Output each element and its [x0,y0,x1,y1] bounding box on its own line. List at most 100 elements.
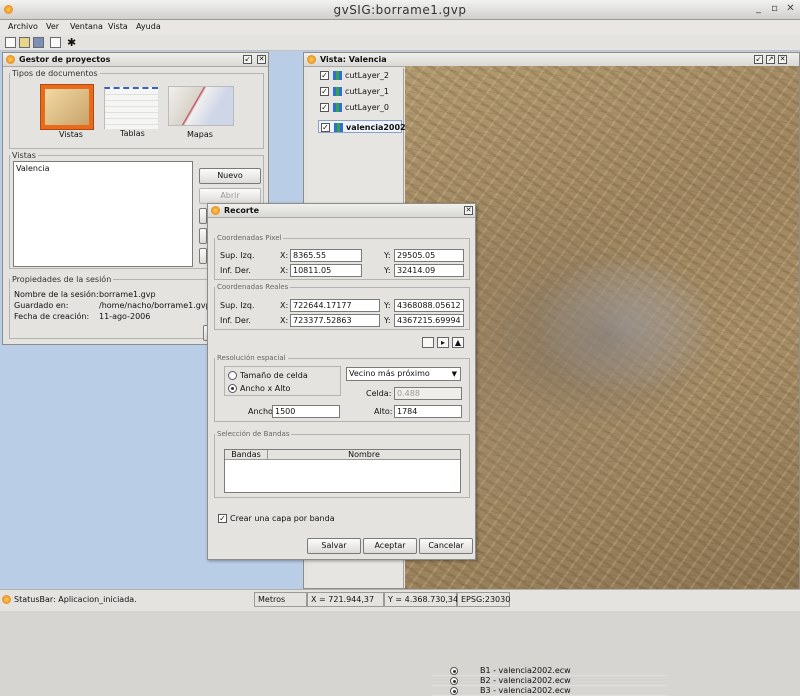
menu-ventana[interactable]: Ventana [70,22,103,31]
full-extent-icon[interactable]: ▲ [452,337,464,348]
session-legend: Propiedades de la sesión [12,275,112,284]
x-coordinate-box: X = 721.944,37 [307,592,384,607]
cell-field[interactable]: 0.488 [394,387,462,400]
layer-item[interactable]: ✓ cutLayer_1 [318,85,402,98]
height-label: Alto: [374,407,393,416]
project-manager-title: Gestor de proyectos [19,55,111,64]
band-selected-radio[interactable] [450,687,458,695]
menu-ver[interactable]: Ver [46,22,59,31]
saved-in-label: Guardado en: [14,301,69,310]
real-inf-der-y-field[interactable]: 4367215.69994 [394,314,464,327]
band-name: B3 - valencia2002.ecw [480,686,571,695]
menu-vista[interactable]: Vista [108,22,128,31]
one-layer-per-band-checkbox[interactable]: ✓ [218,514,227,523]
real-sup-izq-x-field[interactable]: 722644.17177 [290,299,380,312]
pm-iconify-button[interactable]: ↙ [243,55,252,64]
open-folder-icon[interactable] [19,37,30,48]
properties-icon[interactable] [50,37,61,48]
cell-label: Celda: [366,389,392,398]
layer-item[interactable]: ✓ cutLayer_2 [318,69,402,82]
close-window-button[interactable]: ✕ [784,3,797,16]
one-layer-per-band-label: Crear una capa por banda [230,514,335,523]
views-list-item[interactable]: Valencia [16,164,50,173]
session-name-label: Nombre de la sesión: [14,290,99,299]
layer-visibility-checkbox[interactable]: ✓ [320,103,329,112]
created-label: Fecha de creación: [14,312,90,321]
real-inf-der-x-label: X: [280,316,289,325]
clip-dialog-title: Recorte [224,206,260,215]
raster-layer-icon [333,87,342,96]
real-sup-izq-y-field[interactable]: 4368088.05612 [394,299,464,312]
doc-types-legend: Tipos de documentos [12,69,98,78]
band-row[interactable]: B2 - valencia2002.ecw [432,676,667,686]
rename-view-button[interactable] [199,208,207,224]
pixel-inf-der-x-field[interactable]: 10811.05 [290,264,362,277]
layer-visibility-checkbox[interactable]: ✓ [320,87,329,96]
view-maximize-button[interactable]: ↗ [766,55,775,64]
window-title: gvSIG:borrame1.gvp [333,3,467,17]
open-view-button[interactable]: Abrir [199,188,261,204]
raster-layer-icon [334,123,343,132]
pixel-inf-der-label: Inf. Der. [220,266,251,275]
pointer-tool-icon[interactable]: ▸ [437,337,449,348]
layer-item[interactable]: ✓ valencia2002... [318,120,415,133]
bands-header[interactable]: Bandas [225,450,268,460]
views-list[interactable]: Valencia [13,161,193,267]
new-view-button[interactable]: Nuevo [199,168,261,184]
width-field[interactable]: 1500 [272,405,340,418]
real-inf-der-x-field[interactable]: 723377.52863 [290,314,380,327]
layer-visibility-checkbox[interactable]: ✓ [320,71,329,80]
cell-size-radio[interactable] [228,371,237,380]
name-header[interactable]: Nombre [268,450,460,460]
view-close-button[interactable]: ✕ [778,55,787,64]
pixel-sup-izq-x-field[interactable]: 8365.55 [290,249,362,262]
chevron-down-icon: ▼ [451,370,457,378]
layer-visibility-checkbox[interactable]: ✓ [321,123,330,132]
session-name-value: borrame1.gvp [99,290,156,299]
pm-close-button[interactable]: ✕ [257,55,266,64]
save-button[interactable]: Salvar [307,538,361,554]
maps-icon[interactable] [168,86,234,126]
accept-button[interactable]: Aceptar [363,538,417,554]
view-iconify-button[interactable]: ↙ [754,55,763,64]
maps-doc-label: Mapas [187,130,213,139]
menu-archivo[interactable]: Archivo [8,22,38,31]
save-icon[interactable] [33,37,44,48]
layer-item[interactable]: ✓ cutLayer_0 [318,101,402,114]
pixel-sup-izq-label: Sup. Izq. [220,251,255,260]
bands-legend: Selección de Bandas [217,430,290,438]
tables-icon[interactable] [104,87,158,129]
real-sup-izq-y-label: Y: [384,301,391,310]
band-row[interactable]: B3 - valencia2002.ecw [432,686,667,696]
width-height-radio[interactable] [228,384,237,393]
maximize-button[interactable]: ▫ [768,3,781,16]
interpolation-select[interactable]: Vecino más próximo ▼ [346,367,461,381]
minimize-button[interactable]: _ [752,3,765,16]
pixel-inf-der-y-field[interactable]: 32414.09 [394,264,464,277]
pixel-inf-der-y-label: Y: [384,266,391,275]
real-inf-der-y-label: Y: [384,316,391,325]
views-doc-type[interactable] [40,84,94,130]
menu-ayuda[interactable]: Ayuda [136,22,161,31]
view-properties-button[interactable] [199,248,207,264]
cell-size-label: Tamaño de celda [240,371,308,380]
views-legend: Vistas [12,151,36,160]
band-row[interactable]: B1 - valencia2002.ecw [432,666,667,676]
band-selected-radio[interactable] [450,667,458,675]
real-sup-izq-label: Sup. Izq. [220,301,255,310]
layer-name: cutLayer_2 [345,71,389,80]
height-field[interactable]: 1784 [394,405,462,418]
project-manager-icon [6,55,15,64]
select-extent-icon[interactable] [422,337,434,348]
epsg-box: EPSG:23030 [457,592,510,607]
real-coords-legend: Coordenadas Reales [217,283,289,291]
interpolation-value: Vecino más próximo [349,369,430,378]
tools-icon[interactable]: ✱ [67,36,76,49]
cancel-button[interactable]: Cancelar [419,538,473,554]
pixel-sup-izq-y-field[interactable]: 29505.05 [394,249,464,262]
new-file-icon[interactable] [5,37,16,48]
band-selected-radio[interactable] [450,677,458,685]
delete-view-button[interactable] [199,228,207,244]
pixel-sup-izq-y-label: Y: [384,251,391,260]
clip-close-button[interactable]: ✕ [464,206,473,215]
